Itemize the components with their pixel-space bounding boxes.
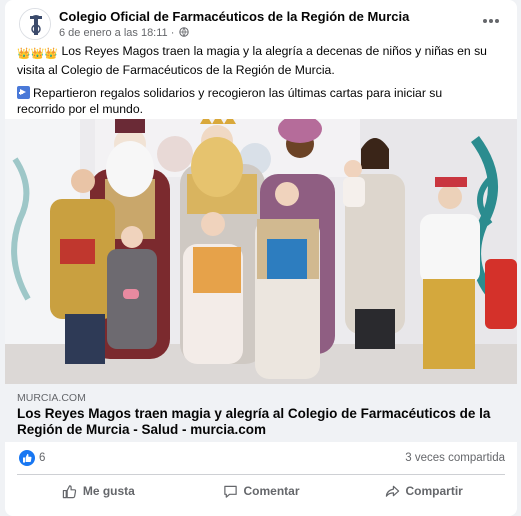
post-stats: 6 3 veces compartida — [17, 449, 505, 469]
page-name-link[interactable]: Colegio Oficial de Farmacéuticos de la R… — [59, 9, 409, 24]
globe-icon — [179, 27, 190, 37]
like-reaction-icon[interactable] — [19, 450, 35, 466]
share-icon — [385, 485, 399, 497]
comment-button[interactable]: Comentar — [180, 478, 343, 504]
crown-emoji-icon: 👑👑👑 — [17, 48, 59, 60]
link-domain: MURCIA.COM — [17, 392, 86, 404]
more-options-icon[interactable] — [477, 10, 505, 32]
post-paragraph-2: Repartieron regalos solidarios y recogie… — [17, 85, 491, 117]
comment-label: Comentar — [243, 484, 300, 498]
paragraph-2-text: Repartieron regalos solidarios y recogie… — [17, 86, 443, 116]
actions-divider — [17, 474, 505, 475]
post-card: Colegio Oficial de Farmacéuticos de la R… — [5, 0, 517, 516]
right-arrow-emoji-icon — [17, 86, 30, 99]
like-label: Me gusta — [82, 484, 135, 498]
shares-count[interactable]: 3 veces compartida — [405, 452, 505, 464]
share-label: Compartir — [405, 484, 463, 498]
post-meta: 6 de enero a las 18:11 · — [59, 27, 190, 39]
post-date[interactable]: 6 de enero a las 18:11 — [59, 27, 168, 39]
meta-separator: · — [170, 27, 175, 39]
like-button[interactable]: Me gusta — [17, 478, 180, 504]
link-title[interactable]: Los Reyes Magos traen magia y alegría al… — [17, 406, 507, 438]
post-photo[interactable] — [5, 119, 517, 384]
page-avatar[interactable] — [19, 8, 51, 40]
post-header: Colegio Oficial de Farmacéuticos de la R… — [17, 6, 505, 42]
post-paragraph-1: 👑👑👑 Los Reyes Magos traen la magia y la … — [17, 43, 491, 78]
link-preview[interactable]: MURCIA.COM Los Reyes Magos traen magia y… — [5, 384, 517, 442]
thumbs-up-icon — [62, 484, 76, 498]
action-bar: Me gusta Comentar Compartir — [17, 478, 505, 504]
share-button[interactable]: Compartir — [342, 478, 505, 504]
likes-count[interactable]: 6 — [39, 452, 45, 464]
comment-icon — [223, 485, 237, 498]
paragraph-1-text: Los Reyes Magos traen la magia y la aleg… — [17, 44, 487, 77]
post-text: 👑👑👑 Los Reyes Magos traen la magia y la … — [17, 43, 491, 124]
